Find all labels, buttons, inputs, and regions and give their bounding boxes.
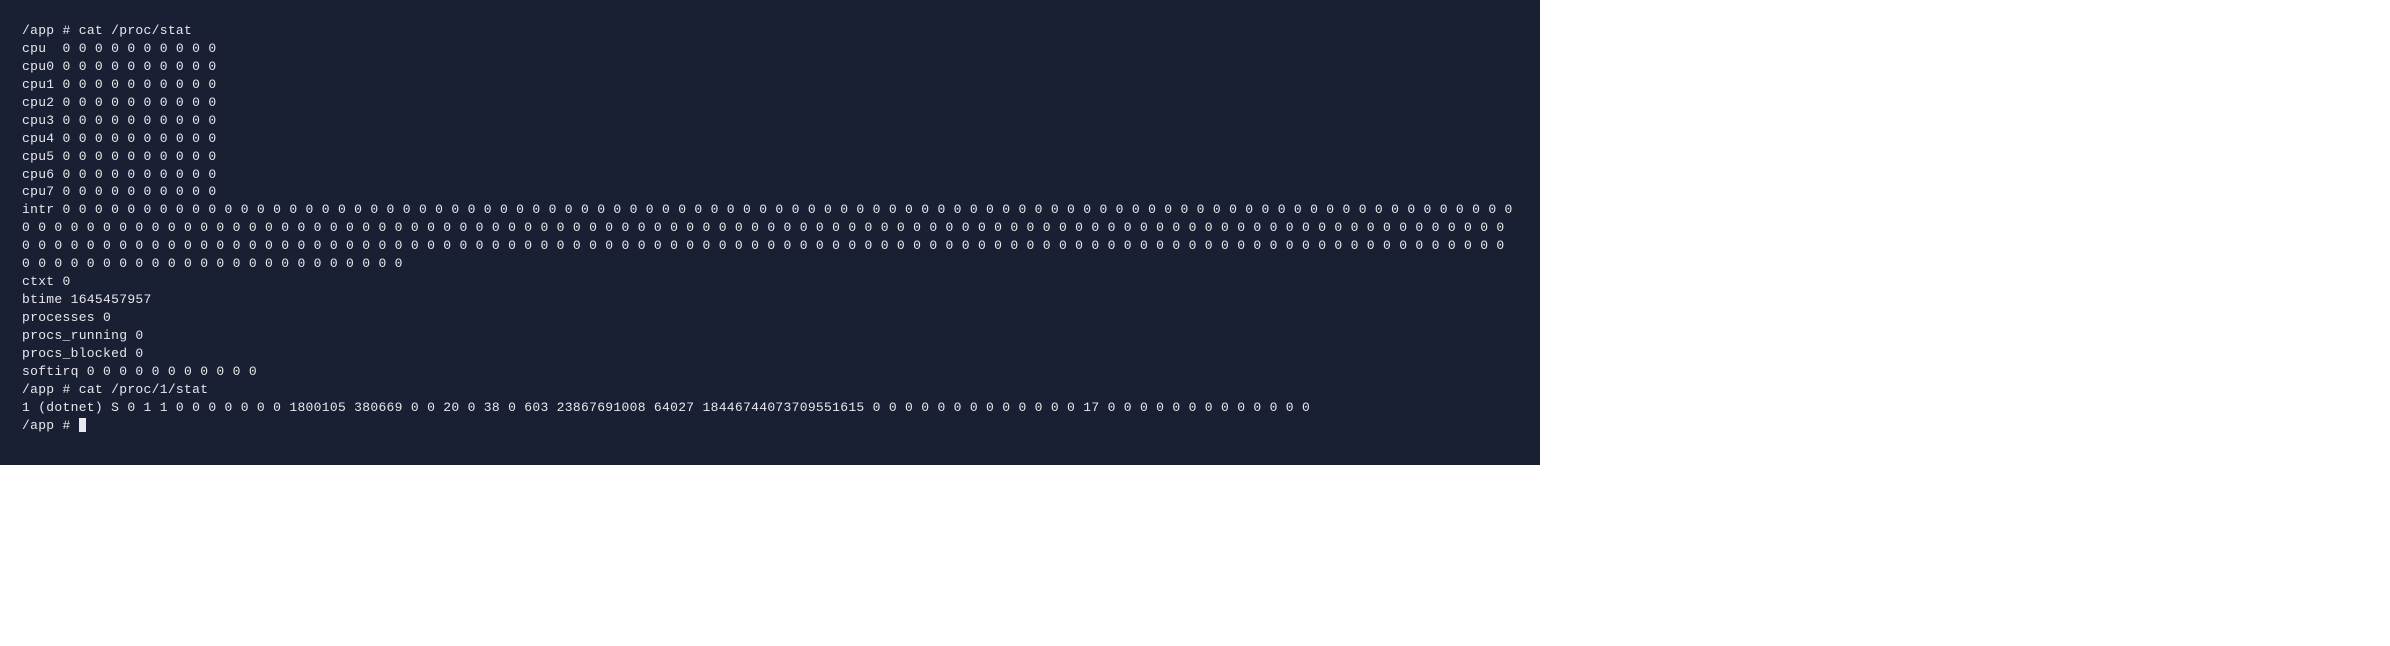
output-cpu1: cpu1 0 0 0 0 0 0 0 0 0 0 xyxy=(22,76,1518,94)
shell-prompt: /app # xyxy=(22,382,79,397)
command-line-3: /app # xyxy=(22,417,1518,435)
shell-prompt: /app # xyxy=(22,418,79,433)
output-intr: intr 0 0 0 0 0 0 0 0 0 0 0 0 0 0 0 0 0 0… xyxy=(22,201,1518,273)
output-cpu4: cpu4 0 0 0 0 0 0 0 0 0 0 xyxy=(22,130,1518,148)
terminal-window[interactable]: /app # cat /proc/statcpu 0 0 0 0 0 0 0 0… xyxy=(0,0,1540,465)
output-softirq: softirq 0 0 0 0 0 0 0 0 0 0 0 xyxy=(22,363,1518,381)
output-processes: processes 0 xyxy=(22,309,1518,327)
output-proc-1-stat: 1 (dotnet) S 0 1 1 0 0 0 0 0 0 0 1800105… xyxy=(22,399,1518,417)
output-cpu0: cpu0 0 0 0 0 0 0 0 0 0 0 xyxy=(22,58,1518,76)
output-btime: btime 1645457957 xyxy=(22,291,1518,309)
output-cpu6: cpu6 0 0 0 0 0 0 0 0 0 0 xyxy=(22,166,1518,184)
output-cpu: cpu 0 0 0 0 0 0 0 0 0 0 xyxy=(22,40,1518,58)
output-ctxt: ctxt 0 xyxy=(22,273,1518,291)
command-line-2: /app # cat /proc/1/stat xyxy=(22,381,1518,399)
output-cpu7: cpu7 0 0 0 0 0 0 0 0 0 0 xyxy=(22,183,1518,201)
output-procs-blocked: procs_blocked 0 xyxy=(22,345,1518,363)
command-text: cat /proc/stat xyxy=(79,23,192,38)
output-cpu3: cpu3 0 0 0 0 0 0 0 0 0 0 xyxy=(22,112,1518,130)
output-cpu5: cpu5 0 0 0 0 0 0 0 0 0 0 xyxy=(22,148,1518,166)
output-cpu2: cpu2 0 0 0 0 0 0 0 0 0 0 xyxy=(22,94,1518,112)
command-text: cat /proc/1/stat xyxy=(79,382,209,397)
shell-prompt: /app # xyxy=(22,23,79,38)
cursor-icon xyxy=(79,418,86,432)
command-line-1: /app # cat /proc/stat xyxy=(22,22,1518,40)
output-procs-running: procs_running 0 xyxy=(22,327,1518,345)
